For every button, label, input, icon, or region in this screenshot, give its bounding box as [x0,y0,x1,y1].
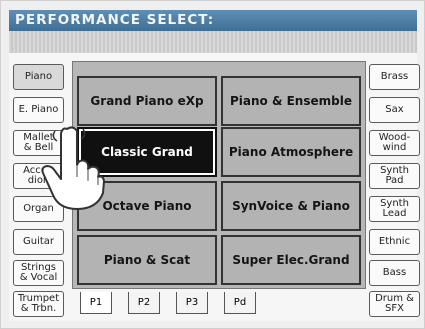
bank-button-sax[interactable]: Sax [369,97,420,123]
tab-p3[interactable]: P3 [176,292,208,314]
bank-button-brass[interactable]: Brass [369,64,420,90]
bank-button-strings-vocal[interactable]: Strings & Vocal [13,260,64,286]
bank-button-woodwind[interactable]: Wood- wind [369,130,420,156]
performance-button[interactable]: Piano & Scat [77,235,217,285]
performance-button-selected[interactable]: Classic Grand [79,129,215,175]
bank-button-guitar[interactable]: Guitar [13,229,64,255]
bank-button-ethnic[interactable]: Ethnic [369,229,420,255]
bank-button-synth-lead[interactable]: Synth Lead [369,196,420,222]
performance-button[interactable]: Piano & Ensemble [221,76,361,126]
page-title: PERFORMANCE SELECT: [15,12,215,28]
bank-button-piano[interactable]: Piano [13,64,64,90]
bank-button-mallet-bell[interactable]: Mallet & Bell [13,130,64,156]
page-tabs: P1 P2 P3 Pd [72,292,366,316]
header-stripe [9,31,417,53]
bank-button-organ[interactable]: Organ [13,196,64,222]
tab-p1[interactable]: P1 [80,292,112,314]
tab-pd[interactable]: Pd [224,292,256,314]
performance-button[interactable]: Grand Piano eXp [77,76,217,126]
bank-button-e-piano[interactable]: E. Piano [13,97,64,123]
performance-button[interactable]: Octave Piano [77,181,217,231]
bank-button-synth-pad[interactable]: Synth Pad [369,163,420,189]
bank-button-drum-sfx[interactable]: Drum & SFX [369,291,420,317]
bank-button-accordion[interactable]: Accor- dion [13,163,64,189]
title-bar: PERFORMANCE SELECT: [9,10,417,31]
bank-button-trumpet-trbn[interactable]: Trumpet & Trbn. [13,291,64,317]
display-frame: PERFORMANCE SELECT: Piano E. Piano Malle… [0,0,425,329]
performance-button[interactable]: Piano Atmosphere [221,127,361,177]
performance-button[interactable]: SynVoice & Piano [221,181,361,231]
performance-button[interactable]: Super Elec.Grand [221,235,361,285]
bank-button-bass[interactable]: Bass [369,260,420,286]
tab-p2[interactable]: P2 [128,292,160,314]
